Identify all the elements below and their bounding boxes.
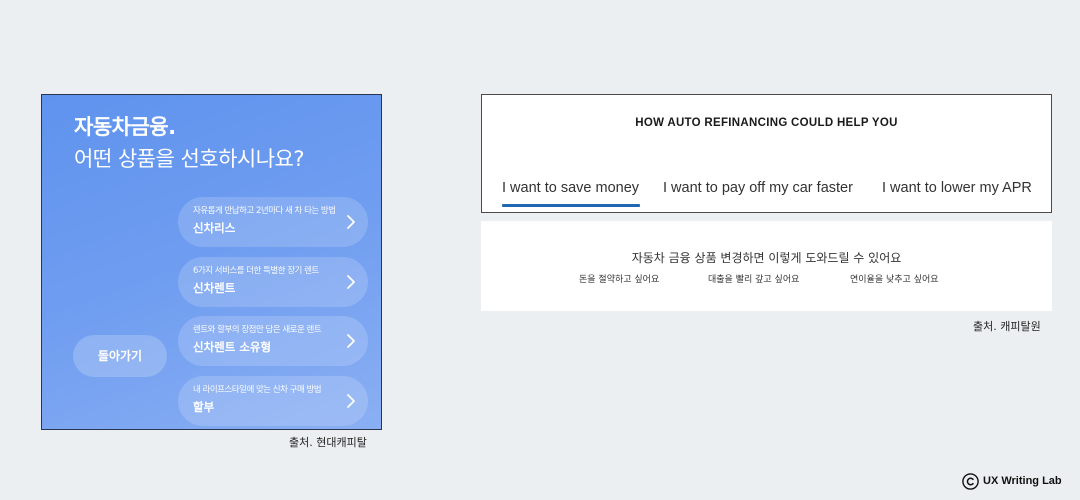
option-new-car-rent-ownership[interactable]: 렌트와 할부의 장점만 담은 새로운 렌트 신차렌트 소유형 xyxy=(178,316,368,366)
option-new-car-lease[interactable]: 자유롭게 반납하고 2년마다 새 차 타는 방법 신차리스 xyxy=(178,197,368,247)
hc-title: 자동차금융. xyxy=(74,115,176,139)
option-description: 렌트와 할부의 장점만 담은 새로운 렌트 xyxy=(193,325,322,335)
option-name: 할부 xyxy=(193,400,215,414)
translation-box: 자동차 금융 상품 변경하면 이렇게 도와드릴 수 있어요 돈을 절약하고 싶어… xyxy=(481,221,1052,311)
option-name: 신차렌트 xyxy=(193,281,236,295)
option-description: 6가지 서비스를 더한 특별한 장기 렌트 xyxy=(193,266,319,276)
option-description: 자유롭게 반납하고 2년마다 새 차 타는 방법 xyxy=(193,206,336,216)
option-new-car-rent[interactable]: 6가지 서비스를 더한 특별한 장기 렌트 신차렌트 xyxy=(178,257,368,307)
chevron-right-icon xyxy=(347,215,355,229)
back-button[interactable]: 돌아가기 xyxy=(73,335,167,377)
hyundai-capital-panel: 자동차금융. 어떤 상품을 선호하시나요? 자유롭게 반납하고 2년마다 새 차… xyxy=(41,94,382,430)
copyright-icon xyxy=(962,472,979,490)
option-installment[interactable]: 내 라이프스타일에 맞는 신차 구매 방법 할부 xyxy=(178,376,368,426)
capital-one-panel: HOW AUTO REFINANCING COULD HELP YOU I wa… xyxy=(481,94,1052,213)
active-tab-indicator xyxy=(502,204,640,207)
translation-item: 연이율을 낮추고 싶어요 xyxy=(850,275,939,285)
hc-source-caption: 출처. 현대캐피탈 xyxy=(289,436,367,449)
co-source-caption: 출처. 캐피탈원 xyxy=(973,320,1041,333)
tab-save-money[interactable]: I want to save money xyxy=(502,179,639,197)
translation-heading: 자동차 금융 상품 변경하면 이렇게 도와드릴 수 있어요 xyxy=(631,251,902,265)
chevron-right-icon xyxy=(347,394,355,408)
chevron-right-icon xyxy=(347,334,355,348)
tab-pay-off-faster[interactable]: I want to pay off my car faster xyxy=(663,179,853,197)
chevron-right-icon xyxy=(347,275,355,289)
tab-lower-apr[interactable]: I want to lower my APR xyxy=(882,179,1032,197)
option-name: 신차리스 xyxy=(193,221,236,235)
co-heading: HOW AUTO REFINANCING COULD HELP YOU xyxy=(635,117,898,129)
brand-mark: UX Writing Lab xyxy=(962,472,1062,490)
option-name: 신차렌트 소유형 xyxy=(193,340,272,354)
option-description: 내 라이프스타일에 맞는 신차 구매 방법 xyxy=(193,385,322,395)
brand-label: UX Writing Lab xyxy=(983,475,1062,487)
hc-subtitle: 어떤 상품을 선호하시나요? xyxy=(74,147,305,171)
translation-item: 대출을 빨리 갚고 싶어요 xyxy=(708,275,800,285)
translation-item: 돈을 절약하고 싶어요 xyxy=(579,275,660,285)
